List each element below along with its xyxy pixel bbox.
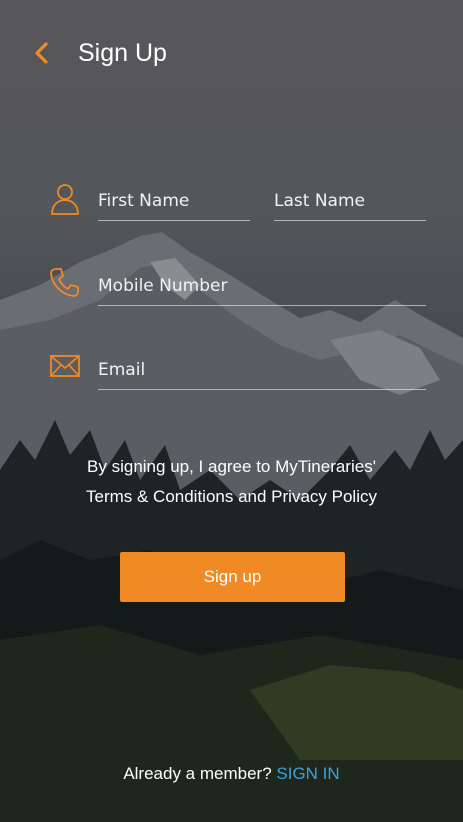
last-name-input[interactable] bbox=[274, 184, 426, 218]
terms-line-2: Terms & Conditions and Privacy Policy bbox=[85, 487, 377, 506]
terms-agreement: By signing up, I agree to MyTineraries' … bbox=[0, 452, 463, 512]
last-name-field[interactable] bbox=[274, 184, 426, 221]
signup-screen: Sign Up First Name Last Name Mobile Numb… bbox=[0, 0, 463, 822]
first-name-field[interactable] bbox=[98, 184, 250, 221]
header: Sign Up bbox=[0, 0, 463, 100]
mobile-number-field[interactable] bbox=[98, 269, 426, 306]
signup-button[interactable]: Sign up bbox=[120, 552, 345, 602]
email-field[interactable] bbox=[98, 353, 426, 390]
terms-line-1: By signing up, I agree to MyTineraries' bbox=[87, 457, 376, 476]
chevron-left-icon bbox=[35, 42, 48, 64]
page-title: Sign Up bbox=[78, 39, 167, 67]
back-button[interactable] bbox=[26, 36, 56, 70]
signin-link[interactable]: SIGN IN bbox=[276, 764, 339, 783]
mountain-background bbox=[0, 232, 463, 822]
email-input[interactable] bbox=[98, 353, 426, 387]
envelope-icon bbox=[46, 347, 84, 385]
first-name-input[interactable] bbox=[98, 184, 250, 218]
mobile-number-input[interactable] bbox=[98, 269, 426, 303]
user-icon bbox=[46, 180, 84, 218]
signin-prompt: Already a member? SIGN IN bbox=[0, 762, 463, 786]
phone-icon bbox=[46, 263, 84, 301]
already-member-text: Already a member? bbox=[123, 764, 272, 783]
